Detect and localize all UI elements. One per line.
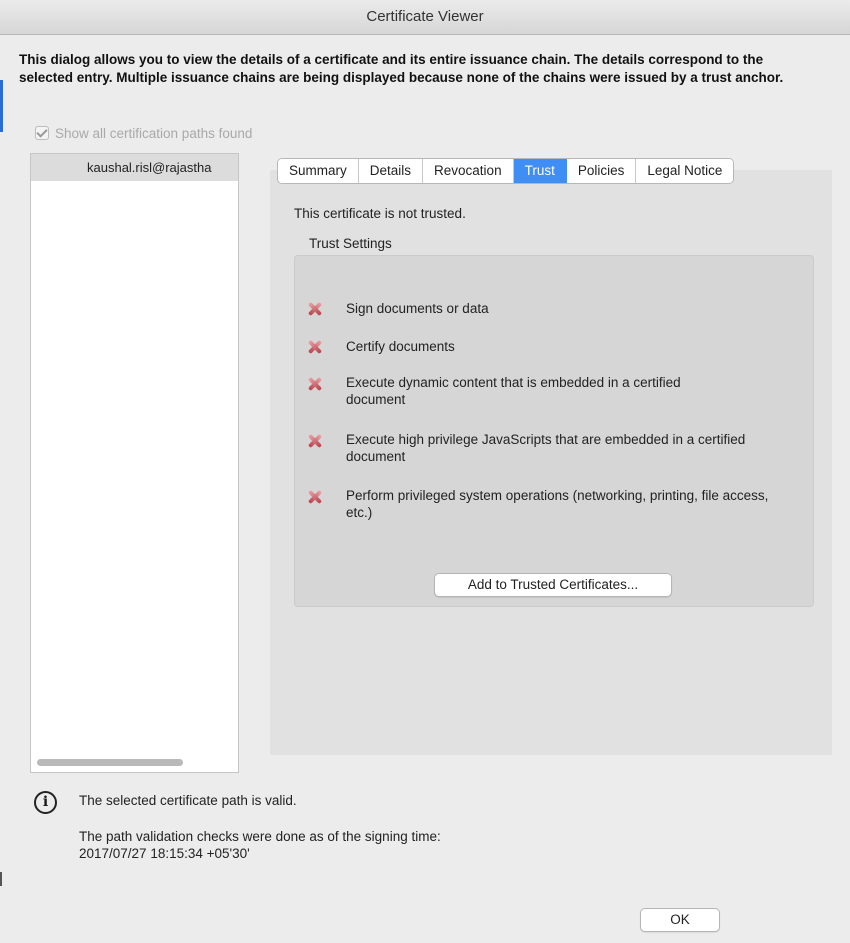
certificate-list[interactable]: kaushal.risl@rajastha: [30, 153, 239, 773]
validation-checks-text: The path validation checks were done as …: [79, 829, 441, 844]
permission-javascript: Execute high privilege JavaScripts that …: [346, 432, 746, 464]
tab-legal-notice[interactable]: Legal Notice: [636, 159, 734, 183]
window-edge-highlight: [0, 80, 3, 132]
tab-summary[interactable]: Summary: [278, 159, 359, 183]
certificate-list-item[interactable]: kaushal.risl@rajastha: [31, 154, 238, 181]
tab-revocation[interactable]: Revocation: [423, 159, 514, 183]
tab-policies[interactable]: Policies: [566, 159, 637, 183]
permission-sign: Sign documents or data: [346, 301, 489, 316]
trust-status-text: This certificate is not trusted.: [294, 206, 466, 221]
path-valid-text: The selected certificate path is valid.: [79, 793, 297, 808]
add-to-trusted-certificates-button[interactable]: Add to Trusted Certificates...: [434, 573, 672, 597]
window-title: Certificate Viewer: [0, 0, 850, 35]
x-icon: [308, 490, 322, 504]
x-icon: [308, 434, 322, 448]
tab-details[interactable]: Details: [358, 159, 424, 183]
horizontal-scrollbar[interactable]: [37, 759, 183, 766]
window-edge-mark: [0, 872, 2, 886]
tab-bar: Summary Details Revocation Trust Policie…: [277, 158, 735, 184]
ok-button[interactable]: OK: [640, 908, 720, 932]
show-all-paths-label: Show all certification paths found: [55, 125, 253, 141]
trust-settings-label: Trust Settings: [309, 236, 392, 251]
signing-timestamp: 2017/07/27 18:15:34 +05'30': [79, 846, 250, 861]
x-icon: [308, 340, 322, 354]
intro-text: This dialog allows you to view the detai…: [19, 52, 784, 85]
x-icon: [308, 377, 322, 391]
checkbox-icon[interactable]: [35, 126, 49, 140]
permission-certify: Certify documents: [346, 339, 455, 354]
x-icon: [308, 302, 322, 316]
permission-system-operations: Perform privileged system operations (ne…: [346, 488, 769, 520]
info-icon: i: [34, 791, 57, 814]
permission-dynamic-content: Execute dynamic content that is embedded…: [346, 375, 681, 407]
show-all-paths-checkbox[interactable]: Show all certification paths found: [35, 124, 252, 142]
tab-trust[interactable]: Trust: [513, 159, 567, 183]
